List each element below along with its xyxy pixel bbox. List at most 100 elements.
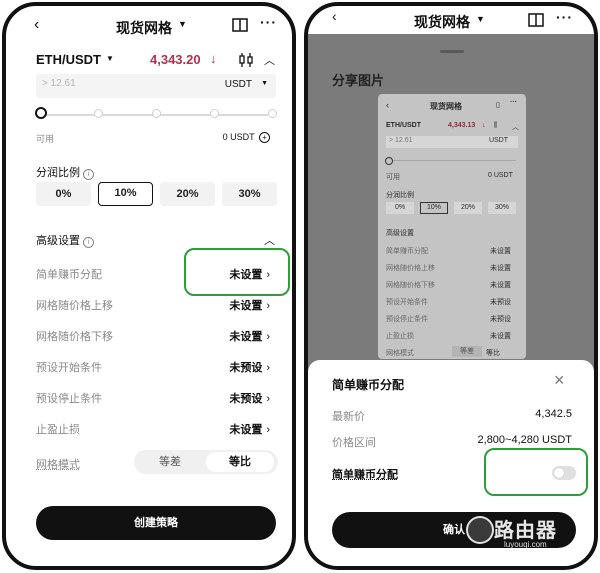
profit-ratio-label: 分润比例 i — [36, 164, 95, 180]
mini-row-label: 网格随价格下移 — [386, 282, 435, 289]
row-take-profit-value[interactable]: 未设置 › — [229, 421, 270, 437]
row-start-condition-value[interactable]: 未预设 › — [229, 359, 270, 375]
collapse-chevron-icon[interactable]: ︿ — [264, 52, 275, 68]
mini-title: 现货网格 — [430, 102, 462, 111]
candlestick-icon[interactable] — [238, 52, 254, 68]
watermark-url: luyouqi.com — [504, 540, 547, 549]
title-dropdown-icon[interactable]: ▼ — [178, 19, 187, 29]
row-grid-up-label: 网格随价格上移 — [36, 300, 113, 312]
available-value: 0 USDT — [222, 132, 255, 142]
slider-thumb[interactable] — [35, 107, 47, 119]
highlight-box — [184, 248, 290, 296]
router-logo-icon — [466, 516, 494, 544]
row-grid-up-value[interactable]: 未设置 › — [229, 297, 270, 313]
info-icon[interactable]: i — [83, 169, 95, 180]
mini-advanced-label: 高级设置 — [386, 230, 414, 237]
latest-price-label: 最新价 — [332, 411, 365, 423]
advanced-settings-text: 高级设置 — [36, 235, 80, 247]
mini-price: 4,343.13 — [448, 122, 476, 129]
current-price: 4,343.20 — [150, 52, 201, 67]
slider-step[interactable] — [152, 109, 161, 118]
mini-input: > 12.61 USDT — [386, 136, 518, 148]
mini-row-label: 简单赚币分配 — [386, 248, 428, 255]
right-phone-screen: ‹ 现货网格 ▼ ··· 分享图片 ‹ 现货网格 ▯ ··· ETH/USDT … — [304, 2, 598, 570]
page-title: 现货网格 — [414, 14, 470, 30]
mini-slider — [388, 160, 516, 161]
mini-candlestick-icon: ⫼ — [494, 122, 498, 129]
price-range-value: 2,800~4,280 USDT — [477, 434, 572, 446]
mini-row-value: 未预设 — [490, 316, 511, 323]
slider-step[interactable] — [94, 109, 103, 118]
chevron-right-icon: › — [266, 424, 270, 436]
mini-row-label: 止盈止损 — [386, 333, 414, 340]
share-preview-card: ‹ 现货网格 ▯ ··· ETH/USDT 4,343.13 ↓ ⫼ ︿ > 1… — [378, 94, 526, 359]
info-icon[interactable]: i — [83, 237, 95, 248]
back-icon[interactable]: ‹ — [332, 8, 337, 24]
row-stop-condition-value[interactable]: 未预设 › — [229, 390, 270, 406]
mini-input-placeholder: > 12.61 — [389, 137, 413, 144]
chevron-right-icon: › — [266, 331, 270, 343]
row-stop-condition-label: 预设停止条件 — [36, 393, 102, 405]
row-start-condition-label: 预设开始条件 — [36, 362, 102, 374]
mini-ratio-chip: 0% — [386, 202, 414, 214]
mini-row-value: 未预设 — [490, 299, 511, 306]
available-label: 可用 — [36, 134, 55, 144]
unit-dropdown-icon[interactable]: ▼ — [261, 80, 268, 87]
mini-ratio-chip: 10% — [420, 202, 448, 214]
trading-pair[interactable]: ETH/USDT — [36, 52, 101, 67]
mini-grid-mode: 等比 — [486, 350, 500, 357]
book-icon[interactable] — [528, 13, 544, 27]
mini-profit-ratio-label: 分润比例 — [386, 192, 414, 199]
grid-mode-label: 网格模式 — [36, 459, 80, 471]
mini-row-value: 未设置 — [490, 282, 511, 289]
advanced-settings-label: 高级设置 i — [36, 232, 95, 248]
more-icon[interactable]: ··· — [556, 9, 573, 25]
book-icon[interactable] — [232, 18, 248, 32]
grid-mode-arithmetic[interactable]: 等差 — [134, 450, 206, 474]
ratio-chip-0[interactable]: 0% — [36, 182, 91, 206]
ratio-chip-10[interactable]: 10% — [98, 182, 153, 206]
row-take-profit-label: 止盈止损 — [36, 424, 80, 436]
mini-grid-mode-label: 网格模式 — [386, 350, 414, 357]
row-grid-down-value[interactable]: 未设置 › — [229, 328, 270, 344]
grid-mode-toggle[interactable]: 等差 等比 — [134, 450, 278, 474]
left-phone-screen: ‹ 现货网格 ▼ ··· ETH/USDT ▼ 4,343.20 ↓ ︿ > 1… — [2, 2, 296, 570]
mini-row-label: 预设停止条件 — [386, 316, 428, 323]
advanced-collapse-icon[interactable]: ︿ — [264, 232, 275, 248]
mini-row-label: 网格随价格上移 — [386, 265, 435, 272]
investment-input-placeholder: > 12.61 — [42, 78, 76, 89]
mini-more-icon: ··· — [510, 99, 517, 106]
investment-input[interactable]: > 12.61 USDT ▼ — [36, 74, 276, 98]
back-icon[interactable]: ‹ — [34, 16, 39, 34]
input-unit[interactable]: USDT — [225, 79, 252, 90]
mini-pair: ETH/USDT — [386, 122, 421, 129]
ratio-chip-20[interactable]: 20% — [160, 182, 215, 206]
grid-mode-geometric[interactable]: 等比 — [206, 452, 274, 472]
drag-handle[interactable] — [440, 50, 464, 53]
chevron-right-icon: › — [266, 393, 270, 405]
profit-ratio-text: 分润比例 — [36, 167, 80, 179]
mini-row-value: 未设置 — [490, 248, 511, 255]
pair-dropdown-icon[interactable]: ▼ — [106, 54, 114, 63]
mini-price-arrow-icon: ↓ — [482, 122, 486, 129]
price-down-arrow-icon: ↓ — [210, 51, 217, 66]
mini-slider-thumb — [385, 157, 393, 165]
slider-step[interactable] — [268, 109, 277, 118]
close-icon[interactable]: × — [554, 370, 565, 391]
mini-available-value: 0 USDT — [488, 172, 513, 179]
slider-step[interactable] — [210, 109, 219, 118]
create-strategy-button[interactable]: 创建策略 — [36, 506, 276, 540]
row-grid-down-label: 网格随价格下移 — [36, 331, 113, 343]
simple-earn-label: 简单赚币分配 — [332, 469, 398, 481]
available-balance: 0 USDT + — [223, 132, 270, 143]
ratio-chip-30[interactable]: 30% — [222, 182, 277, 206]
sheet-title: 简单赚币分配 — [332, 378, 405, 392]
add-circle-icon[interactable]: + — [259, 132, 270, 143]
highlight-box — [484, 448, 588, 496]
more-icon[interactable]: ··· — [260, 14, 277, 30]
latest-price-value: 4,342.5 — [535, 408, 572, 420]
title-dropdown-icon[interactable]: ▼ — [476, 14, 485, 24]
mini-input-unit: USDT — [488, 137, 508, 144]
mini-ratio-chip: 20% — [454, 202, 482, 214]
mini-chevron-icon: ︿ — [512, 124, 519, 131]
